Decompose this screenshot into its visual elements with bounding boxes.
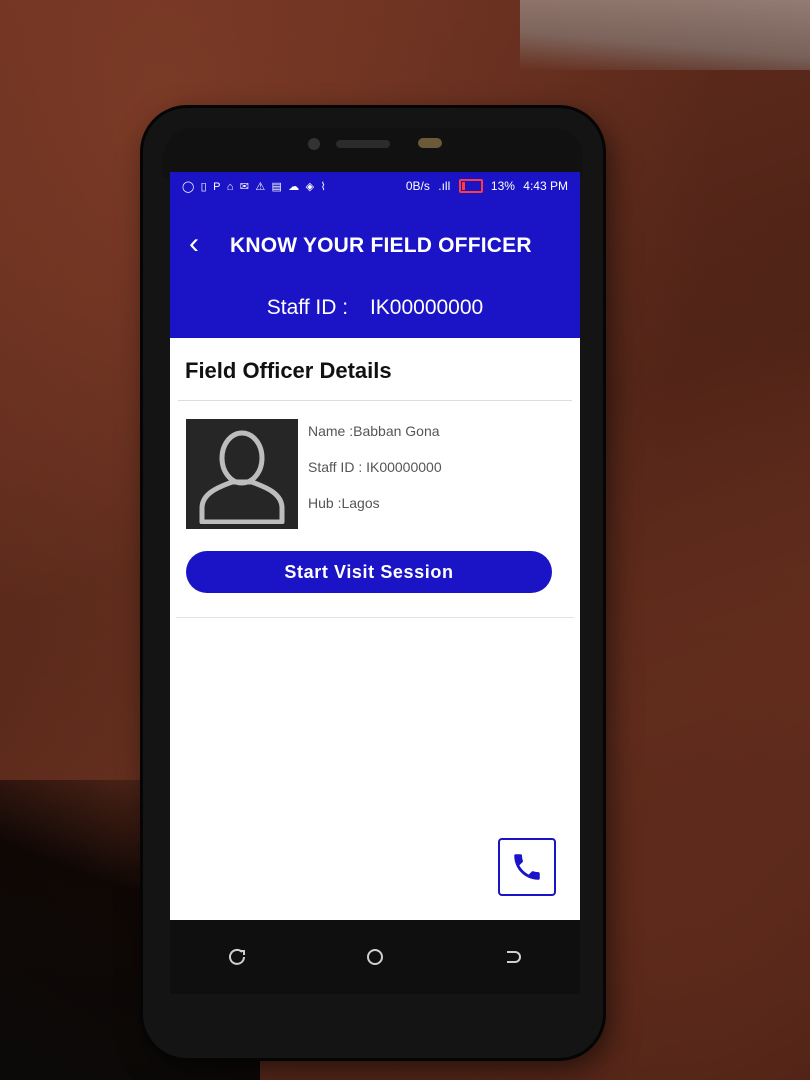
officer-staff-id: Staff ID : IK00000000 [308,459,442,475]
officer-hub: Hub :Lagos [308,495,380,511]
status-icon: ⌂ [226,181,234,193]
clock: 4:43 PM [523,178,568,193]
status-icon: ⌇ [320,181,326,193]
start-visit-session-button[interactable]: Start Visit Session [186,551,552,593]
officer-card: Name :Babban Gona Staff ID : IK00000000 … [186,419,580,531]
recent-apps-icon [229,948,246,965]
officer-name: Name :Babban Gona [308,423,440,439]
home-circle-icon [366,949,383,965]
phone-call-icon [514,854,540,880]
status-icon: ▤ [271,181,282,193]
divider [178,400,572,401]
app-header: ‹ KNOW YOUR FIELD OFFICER Staff ID : IK0… [170,200,580,338]
status-icon: ⚠ [255,181,266,193]
status-icon: ☁ [288,181,300,193]
status-right: 0B/s .ıll 13% 4:43 PM [401,179,568,194]
phone-screen: ◯ ▯ P ⌂ ✉ ⚠ ▤ ☁ ◈ ⌇ 0B/s .ıll 13% 4:43 P… [170,172,580,920]
status-icon: ▯ [200,181,207,193]
status-bar: ◯ ▯ P ⌂ ✉ ⚠ ▤ ☁ ◈ ⌇ 0B/s .ıll 13% 4:43 P… [170,172,580,200]
status-icon: ✉ [239,181,249,193]
network-speed: 0B/s [405,178,430,193]
recent-apps-button[interactable] [218,937,258,977]
back-nav-button[interactable] [492,937,532,977]
avatar [186,419,298,529]
battery-icon [458,179,483,194]
system-navigation-bar [170,920,580,994]
status-notification-icons: ◯ ▯ P ⌂ ✉ ⚠ ▤ ☁ ◈ ⌇ [182,179,329,193]
signal-icon: .ıll [438,178,451,193]
status-icon: ◈ [305,181,315,193]
person-icon [199,430,285,524]
header-staff-id: Staff ID : IK00000000 [170,296,580,320]
page-title: KNOW YOUR FIELD OFFICER [230,234,532,257]
back-icon[interactable]: ‹ [176,226,212,262]
battery-percent: 13% [490,178,515,193]
divider [176,617,574,618]
phone-top-bezel [163,128,583,178]
staff-id-value: IK00000000 [369,296,484,319]
back-arrow-icon [506,951,521,963]
call-button[interactable] [498,838,556,896]
status-icon: ◯ [182,181,195,193]
proximity-sensor [418,138,442,148]
earpiece-speaker [336,140,390,148]
staff-id-label: Staff ID : [266,296,349,319]
officer-info: Name :Babban Gona Staff ID : IK00000000 … [308,419,442,531]
home-button[interactable] [355,937,395,977]
section-title: Field Officer Details [185,358,392,383]
desk-edge [520,0,810,70]
front-camera [308,138,320,150]
status-icon: P [213,181,221,193]
